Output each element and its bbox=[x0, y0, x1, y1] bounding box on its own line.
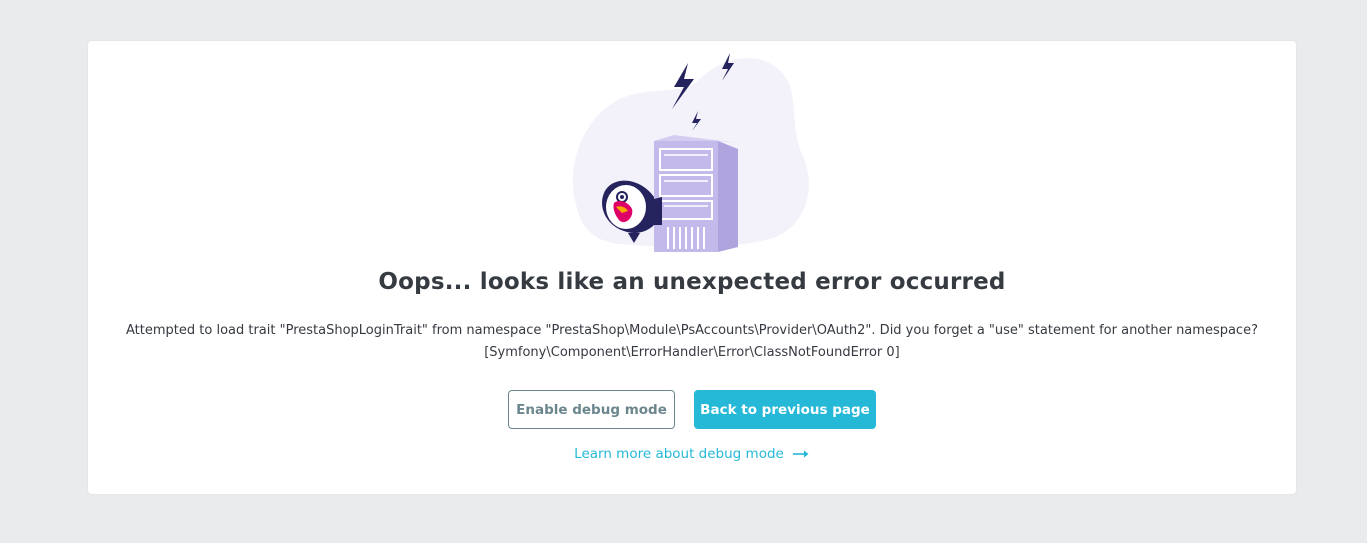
server-side bbox=[718, 141, 738, 252]
server-error-illustration bbox=[570, 49, 820, 254]
error-message-line2: [Symfony\Component\ErrorHandler\Error\Cl… bbox=[484, 345, 900, 360]
arrow-right-icon bbox=[792, 450, 809, 458]
error-title: Oops... looks like an unexpected error o… bbox=[378, 269, 1006, 295]
error-card: Oops... looks like an unexpected error o… bbox=[88, 41, 1296, 494]
error-message: Attempted to load trait "PrestaShopLogin… bbox=[108, 320, 1276, 364]
learn-more-debug-link[interactable]: Learn more about debug mode bbox=[88, 446, 1296, 462]
learn-more-label: Learn more about debug mode bbox=[574, 446, 784, 462]
enable-debug-mode-button[interactable]: Enable debug mode bbox=[508, 390, 675, 429]
back-to-previous-page-button[interactable]: Back to previous page bbox=[694, 390, 876, 429]
error-message-line1: Attempted to load trait "PrestaShopLogin… bbox=[126, 323, 1258, 338]
action-buttons: Enable debug mode Back to previous page bbox=[88, 390, 1296, 429]
